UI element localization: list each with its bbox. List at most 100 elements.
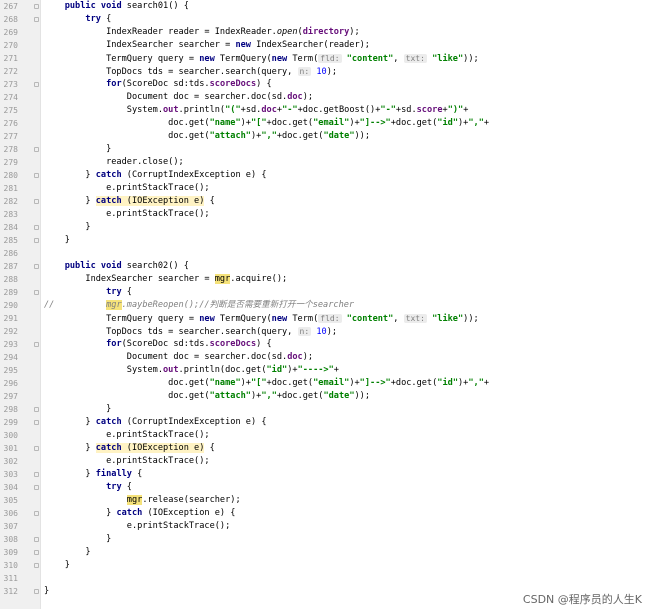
code-token: )+ [458,118,469,128]
code-line[interactable]: 297 doc.get("attach")+","+doc.get("date"… [0,390,650,403]
fold-marker-icon[interactable] [34,550,39,555]
code-line[interactable]: 268 try { [0,13,650,26]
code-text: doc.get("attach")+","+doc.get("date")); [44,130,370,143]
code-line[interactable]: 309 } [0,546,650,559]
code-token: reader.close(); [44,157,184,167]
code-line[interactable]: 307 e.printStackTrace(); [0,520,650,533]
code-line[interactable]: 296 doc.get("name")+"["+doc.get("email")… [0,377,650,390]
code-line[interactable]: 283 e.printStackTrace(); [0,208,650,221]
code-token: "," [468,378,484,388]
code-line[interactable]: 305 mgr.release(searcher); [0,494,650,507]
code-line[interactable]: 280 } catch (CorruptIndexException e) { [0,169,650,182]
code-line[interactable]: 291 TermQuery query = new TermQuery(new … [0,312,650,325]
code-line[interactable]: 303 } finally { [0,468,650,481]
code-line[interactable]: 293 for(ScoreDoc sd:tds.scoreDocs) { [0,338,650,351]
code-line[interactable]: 294 Document doc = searcher.doc(sd.doc); [0,351,650,364]
code-text: e.printStackTrace(); [44,455,210,468]
code-line[interactable]: 287 public void search02() { [0,260,650,273]
code-line[interactable]: 272 TopDocs tds = searcher.search(query,… [0,65,650,78]
code-line[interactable]: 288 IndexSearcher searcher = mgr.acquire… [0,273,650,286]
code-line[interactable]: 275 System.out.println("("+sd.doc+"-"+do… [0,104,650,117]
code-token: (ScoreDoc sd:tds. [121,79,210,89]
code-line[interactable]: 281 e.printStackTrace(); [0,182,650,195]
code-token: System. [44,105,163,115]
code-line[interactable]: 295 System.out.println(doc.get("id")+"--… [0,364,650,377]
code-text: TermQuery query = new TermQuery(new Term… [44,52,479,66]
line-number: 289 [3,288,18,297]
code-line[interactable]: 285 } [0,234,650,247]
code-token: (IOException e) { [147,508,236,518]
code-line[interactable]: 300 e.printStackTrace(); [0,429,650,442]
line-number: 274 [3,93,18,102]
code-line[interactable]: 302 e.printStackTrace(); [0,455,650,468]
code-line[interactable]: 270 IndexSearcher searcher = new IndexSe… [0,39,650,52]
fold-marker-icon[interactable] [34,407,39,412]
fold-marker-icon[interactable] [34,589,39,594]
code-token: .release(searcher); [142,495,241,505]
code-line[interactable]: 290 // mgr.maybeReopen();//判断是否需要重新打开一个se… [0,299,650,312]
fold-marker-icon[interactable] [34,225,39,230]
code-token: mgr [214,274,231,284]
line-number: 276 [3,119,18,128]
fold-marker-icon[interactable] [34,446,39,451]
code-line[interactable]: 269 IndexReader reader = IndexReader.ope… [0,26,650,39]
code-token: + [483,118,490,128]
code-line[interactable]: 267 public void search01() { [0,0,650,13]
fold-marker-icon[interactable] [34,563,39,568]
code-token: +doc.get( [390,378,438,388]
code-text: } [44,234,70,247]
line-number: 290 [3,301,18,310]
code-token: )); [463,314,479,324]
code-line[interactable]: 274 Document doc = searcher.doc(sd.doc); [0,91,650,104]
code-text: // mgr.maybeReopen();//判断是否需要重新打开一个searc… [44,299,354,312]
code-line[interactable]: 301 } catch (IOException e) { [0,442,650,455]
code-line[interactable]: 306 } catch (IOException e) { [0,507,650,520]
code-token: } [44,170,96,180]
code-line[interactable]: 299 } catch (CorruptIndexException e) { [0,416,650,429]
fold-marker-icon[interactable] [34,17,39,22]
fold-marker-icon[interactable] [34,199,39,204]
fold-marker-icon[interactable] [34,147,39,152]
code-token: ); [302,92,314,102]
code-token: )+ [458,378,469,388]
fold-marker-icon[interactable] [34,264,39,269]
code-line[interactable]: 273 for(ScoreDoc sd:tds.scoreDocs) { [0,78,650,91]
line-number: 297 [3,392,18,401]
fold-marker-icon[interactable] [34,4,39,9]
code-line[interactable]: 278 } [0,143,650,156]
fold-marker-icon[interactable] [34,342,39,347]
code-line[interactable]: 276 doc.get("name")+"["+doc.get("email")… [0,117,650,130]
fold-marker-icon[interactable] [34,420,39,425]
code-line[interactable]: 284 } [0,221,650,234]
code-token: } [44,560,70,570]
fold-marker-icon[interactable] [34,472,39,477]
line-number: 286 [3,249,18,258]
fold-marker-icon[interactable] [34,290,39,295]
fold-marker-icon[interactable] [34,485,39,490]
code-line[interactable]: 271 TermQuery query = new TermQuery(new … [0,52,650,65]
fold-marker-icon[interactable] [34,173,39,178]
code-line[interactable]: 292 TopDocs tds = searcher.search(query,… [0,325,650,338]
code-line[interactable]: 308 } [0,533,650,546]
fold-marker-icon[interactable] [34,537,39,542]
code-text: System.out.println(doc.get("id")+"---->"… [44,364,339,377]
code-line[interactable]: 311 [0,572,650,585]
code-editor[interactable]: 267 public void search01() {268 try {269… [0,0,650,609]
fold-marker-icon[interactable] [34,238,39,243]
code-line[interactable]: 304 try { [0,481,650,494]
code-token: "email" [313,378,350,388]
fold-marker-icon[interactable] [34,82,39,87]
code-line[interactable]: 289 try { [0,286,650,299]
code-line[interactable]: 298 } [0,403,650,416]
code-token: ")" [447,105,464,115]
code-line[interactable]: 279 reader.close(); [0,156,650,169]
code-token: e.printStackTrace(); [44,456,210,466]
code-token: Document doc = searcher.doc(sd. [44,92,288,102]
watermark: CSDN @程序员的人生K [522,593,642,606]
code-token: )+ [250,131,262,141]
code-line[interactable]: 277 doc.get("attach")+","+doc.get("date"… [0,130,650,143]
code-line[interactable]: 282 } catch (IOException e) { [0,195,650,208]
code-line[interactable]: 286 [0,247,650,260]
fold-marker-icon[interactable] [34,511,39,516]
code-line[interactable]: 310 } [0,559,650,572]
